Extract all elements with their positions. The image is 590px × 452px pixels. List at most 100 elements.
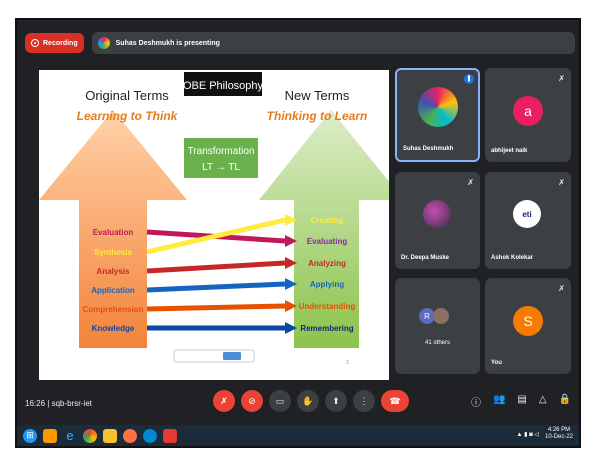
present-icon: ⬆ bbox=[332, 395, 340, 406]
present-button[interactable]: ⬆ bbox=[325, 390, 347, 412]
connector-arrow bbox=[146, 281, 286, 293]
self-tile[interactable]: ✗ S You bbox=[485, 278, 571, 374]
right-term: Remembering bbox=[300, 324, 353, 333]
participant-avatar: a bbox=[513, 96, 543, 126]
captions-button[interactable]: ▭ bbox=[269, 390, 291, 412]
mic-off-icon: ✗ bbox=[467, 178, 474, 187]
tray-time: 4:26 PM bbox=[547, 427, 571, 433]
captions-icon: ▭ bbox=[275, 395, 285, 406]
presenting-banner: Suhas Deshmukh is presenting bbox=[91, 32, 575, 54]
ie-browser-icon[interactable]: e bbox=[63, 428, 77, 443]
left-term: Analysis bbox=[97, 267, 130, 276]
left-subheading: Learning to Think bbox=[77, 109, 179, 123]
slide-nav-bar[interactable] bbox=[173, 349, 255, 363]
bottom-bar: 16:26 | sqb-brsr-iet ✗ ⊘ ▭ ✋ ⬆ ⋮ ☎ ⓘ 👥 ▤… bbox=[25, 388, 575, 418]
screen-frame: Recording Suhas Deshmukh is presenting O… bbox=[15, 18, 581, 448]
left-term: Application bbox=[91, 286, 135, 295]
record-icon bbox=[31, 39, 39, 47]
mic-off-icon: ✗ bbox=[558, 74, 565, 83]
hang-up-icon: ☎ bbox=[389, 395, 401, 406]
participant-name: Suhas Deshmukh bbox=[403, 146, 454, 152]
end-call-button[interactable]: ☎ bbox=[381, 390, 409, 412]
mic-off-icon: ✗ bbox=[558, 178, 565, 187]
start-icon[interactable]: ⊞ bbox=[23, 428, 37, 443]
system-tray: ▲ ▮ ◙ ◁ 4:26 PM 10-Dec-22 bbox=[517, 427, 574, 441]
taskbar-app-icon[interactable] bbox=[163, 428, 177, 443]
participant-tile-presenter[interactable]: ❚ Suhas Deshmukh bbox=[395, 68, 480, 162]
connector-arrow bbox=[146, 217, 286, 255]
mic-off-icon: ✗ bbox=[558, 284, 565, 293]
more-vert-icon: ⋮ bbox=[359, 395, 369, 406]
windows-taskbar: ⊞ e ▲ ▮ ◙ ◁ 4:26 PM 10-Dec-22 bbox=[17, 425, 579, 446]
presenter-avatar bbox=[97, 37, 110, 49]
participant-name: Dr. Deepa Muske bbox=[401, 255, 450, 261]
presenting-text: Suhas Deshmukh is presenting bbox=[115, 39, 220, 47]
slide-canvas: OBE Philosophy Original Terms Learning t… bbox=[39, 72, 389, 366]
presentation-slide: OBE Philosophy Original Terms Learning t… bbox=[39, 70, 389, 380]
tray-icons[interactable]: ▲ ▮ ◙ ◁ bbox=[517, 431, 539, 438]
hand-icon: ✋ bbox=[302, 395, 314, 406]
edge-icon[interactable] bbox=[143, 428, 157, 443]
top-bar: Recording Suhas Deshmukh is presenting bbox=[25, 32, 575, 54]
meeting-info: 16:26 | sqb-brsr-iet bbox=[25, 399, 145, 408]
recording-label: Recording bbox=[43, 39, 78, 47]
participant-name: Ashok Kolekar bbox=[491, 255, 534, 261]
participant-tile[interactable]: ✗ Dr. Deepa Muske bbox=[395, 172, 480, 269]
chrome-icon[interactable] bbox=[83, 428, 97, 443]
tray-clock[interactable]: 4:26 PM 10-Dec-22 bbox=[545, 427, 573, 441]
transformation-formula: LT → TL bbox=[202, 162, 240, 173]
left-heading: Original Terms bbox=[85, 88, 169, 103]
participant-tile[interactable]: ✗ a abhijeet naik bbox=[485, 68, 571, 162]
speaking-icon: ❚ bbox=[464, 74, 474, 84]
participant-avatar bbox=[423, 200, 451, 228]
participant-name: abhijeet naik bbox=[491, 148, 528, 154]
file-explorer-icon[interactable] bbox=[103, 428, 117, 443]
camera-off-icon: ⊘ bbox=[248, 395, 256, 406]
transformation-label: Transformation bbox=[188, 146, 255, 157]
others-tile[interactable]: R 41 others bbox=[395, 278, 480, 374]
mic-toggle-button[interactable]: ✗ bbox=[213, 390, 235, 412]
slide-nav-button[interactable] bbox=[223, 352, 241, 360]
slide-page-number: 3 bbox=[346, 360, 349, 366]
connector-arrows bbox=[146, 214, 297, 334]
meeting-separator: | bbox=[47, 398, 50, 408]
left-term: Knowledge bbox=[92, 324, 135, 333]
connector-arrow bbox=[146, 303, 286, 312]
participant-tile[interactable]: ✗ eti Ashok Kolekar bbox=[485, 172, 571, 269]
raise-hand-button[interactable]: ✋ bbox=[297, 390, 319, 412]
people-icon[interactable]: 👥 bbox=[493, 394, 505, 409]
side-controls: ⓘ 👥 ▤ △ 🔒 bbox=[471, 394, 571, 409]
left-term: Synthesis bbox=[94, 248, 132, 257]
taskbar-app-icon[interactable] bbox=[43, 428, 57, 443]
connector-arrow bbox=[146, 260, 286, 274]
right-term: Understanding bbox=[299, 302, 356, 311]
right-term: Evaluating bbox=[307, 237, 348, 246]
right-term: Applying bbox=[310, 280, 344, 289]
mic-off-icon: ✗ bbox=[220, 395, 228, 406]
right-term: Creating bbox=[311, 216, 344, 225]
right-arrow-shape bbox=[259, 110, 389, 348]
tray-date: 10-Dec-22 bbox=[544, 434, 573, 440]
self-avatar: S bbox=[513, 306, 543, 336]
presenter-video-avatar bbox=[418, 87, 458, 127]
firefox-icon[interactable] bbox=[123, 428, 137, 443]
meeting-code: sqb-brsr-iet bbox=[51, 398, 93, 408]
activities-icon[interactable]: △ bbox=[539, 394, 547, 409]
slide-title: OBE Philosophy bbox=[183, 80, 264, 92]
host-controls-icon[interactable]: 🔒 bbox=[559, 394, 571, 409]
more-options-button[interactable]: ⋮ bbox=[353, 390, 375, 412]
participant-logo-avatar: eti bbox=[513, 200, 541, 228]
right-term: Analyzing bbox=[308, 259, 346, 268]
meeting-time: 16:26 bbox=[25, 398, 46, 408]
right-heading: New Terms bbox=[285, 88, 350, 103]
others-count: 41 others bbox=[424, 340, 451, 346]
left-term: Evaluation bbox=[93, 228, 134, 237]
info-icon[interactable]: ⓘ bbox=[471, 394, 481, 409]
call-controls: ✗ ⊘ ▭ ✋ ⬆ ⋮ ☎ bbox=[213, 390, 409, 412]
right-subheading: Thinking to Learn bbox=[267, 109, 368, 123]
camera-toggle-button[interactable]: ⊘ bbox=[241, 390, 263, 412]
chat-icon[interactable]: ▤ bbox=[517, 394, 526, 409]
participant-avatar bbox=[433, 308, 449, 324]
recording-badge[interactable]: Recording bbox=[25, 33, 84, 53]
participant-name: You bbox=[491, 360, 502, 366]
